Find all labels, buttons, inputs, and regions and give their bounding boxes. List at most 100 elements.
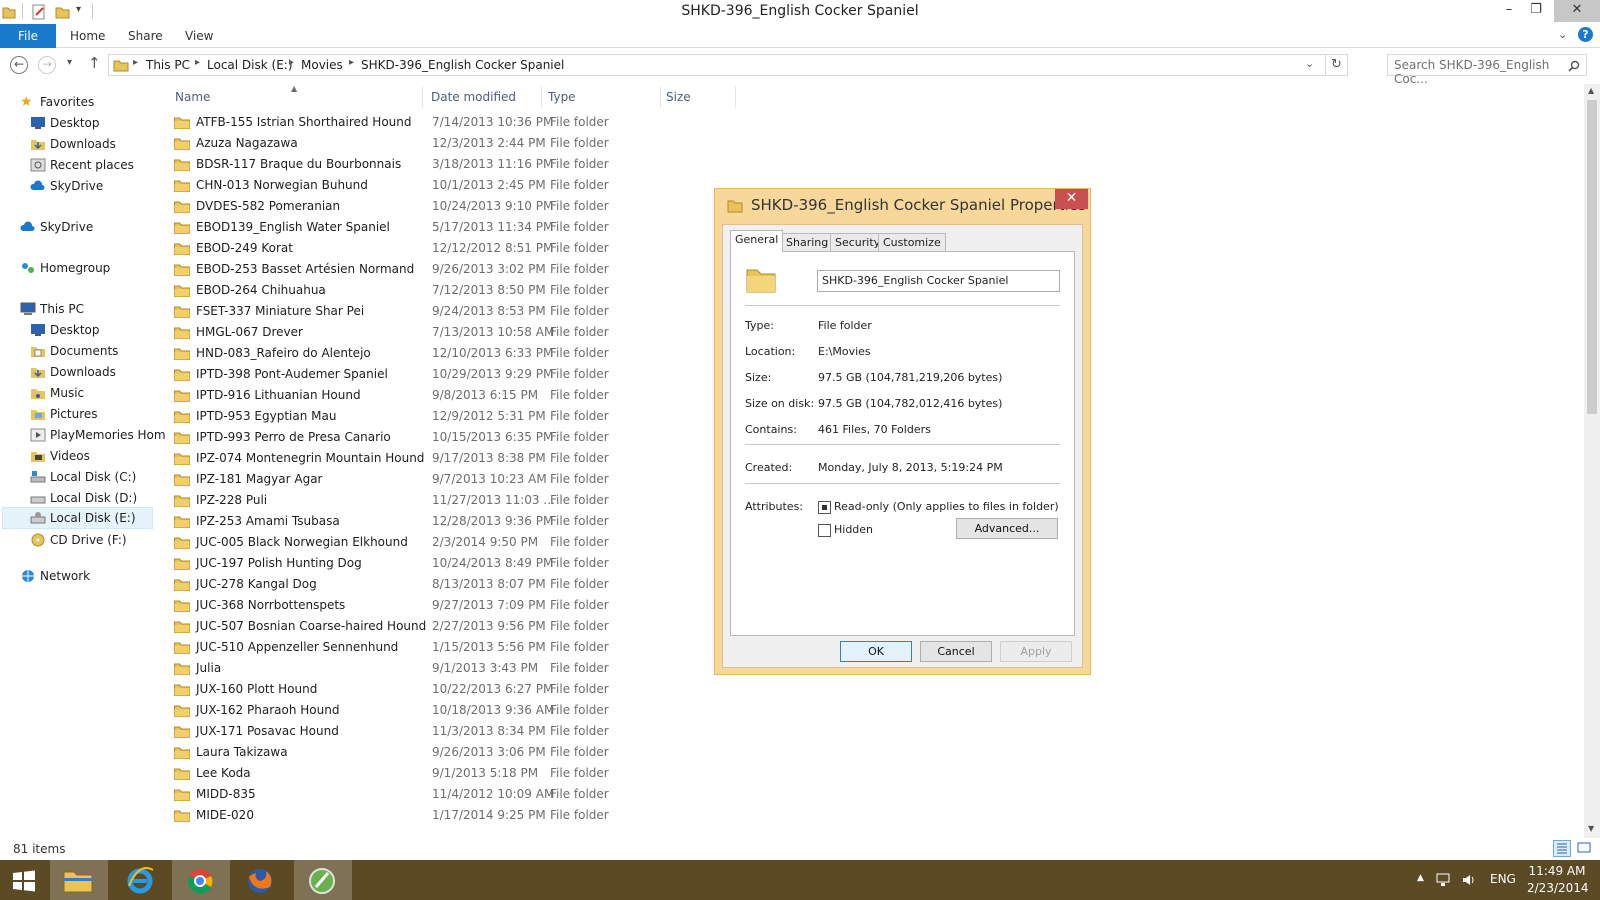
file-row[interactable]: BDSR-117 Braque du Bourbonnais 3/18/2013 … [170, 154, 640, 175]
volume-icon[interactable] [1462, 873, 1476, 887]
file-row[interactable]: EBOD-264 Chihuahua 7/12/2013 8:50 PM File … [170, 280, 640, 301]
column-header-name[interactable]: Name [175, 90, 210, 104]
close-button[interactable]: ✕ [1554, 0, 1600, 22]
taskbar-internet-explorer[interactable] [112, 860, 170, 900]
column-header-date-modified[interactable]: Date modified [431, 90, 516, 104]
tab-home[interactable]: Home [70, 29, 105, 43]
file-row[interactable]: Lee Koda 9/1/2013 5:18 PM File folder [170, 763, 640, 784]
vertical-scrollbar[interactable]: ▲ ▼ [1584, 84, 1600, 838]
up-button[interactable]: ↑ [88, 54, 101, 72]
file-row[interactable]: CHN-013 Norwegian Buhund 10/1/2013 2:45 P… [170, 175, 640, 196]
back-button[interactable]: ← [10, 56, 28, 74]
advanced-button[interactable]: Advanced... [956, 518, 1058, 539]
tab-general[interactable]: General [730, 230, 784, 252]
file-row[interactable]: HND-083_Rafeiro do Alentejo 12/10/2013 6:… [170, 343, 640, 364]
cancel-button[interactable]: Cancel [920, 641, 992, 662]
column-separator[interactable] [541, 86, 542, 108]
input-language[interactable]: ENG [1490, 872, 1516, 886]
taskbar-app[interactable] [294, 860, 352, 900]
file-row[interactable]: HMGL-067 Drever 7/13/2013 10:58 AM File fo… [170, 322, 640, 343]
recent-locations-icon[interactable]: ▾ [67, 57, 72, 68]
file-row[interactable]: EBOD-253 Basset Artésien Normand 9/26/201… [170, 259, 640, 280]
file-row[interactable]: Julia 9/1/2013 3:43 PM File folder [170, 658, 640, 679]
file-row[interactable]: JUC-507 Bosnian Coarse-haired Hound 2/27/… [170, 616, 640, 637]
file-row[interactable]: JUC-197 Polish Hunting Dog 10/24/2013 8:4… [170, 553, 640, 574]
folder-icon [174, 746, 190, 759]
folder-icon [174, 662, 190, 675]
file-row[interactable]: EBOD-249 Korat 12/12/2012 8:51 PM File fol… [170, 238, 640, 259]
readonly-checkbox[interactable] [818, 501, 831, 514]
tab-view[interactable]: View [185, 29, 213, 43]
file-row[interactable]: IPZ-074 Montenegrin Mountain Hound 9/17/2… [170, 448, 640, 469]
network-tray-icon[interactable] [1436, 873, 1452, 887]
file-row[interactable]: IPTD-398 Pont-Audemer Spaniel 10/29/2013 … [170, 364, 640, 385]
hidden-checkbox[interactable] [818, 524, 831, 537]
scroll-down-icon[interactable]: ▼ [1588, 824, 1594, 833]
file-row[interactable]: IPZ-253 Amami Tsubasa 12/28/2013 9:36 PM F… [170, 511, 640, 532]
large-icons-view-icon[interactable] [1576, 840, 1594, 857]
file-row[interactable]: EBOD139_English Water Spaniel 5/17/2013 1… [170, 217, 640, 238]
refresh-icon[interactable]: ↻ [1331, 57, 1342, 72]
scroll-up-icon[interactable]: ▲ [1588, 86, 1594, 95]
dialog-close-button[interactable]: ✕ [1055, 189, 1088, 209]
column-separator[interactable] [660, 86, 661, 108]
file-row[interactable]: Azuza Nagazawa 12/3/2013 2:44 PM File fold… [170, 133, 640, 154]
file-row[interactable]: IPTD-993 Perro de Presa Canario 10/15/201… [170, 427, 640, 448]
file-row[interactable]: JUC-510 Appenzeller Sennenhund 1/15/2013 … [170, 637, 640, 658]
tab-security[interactable]: Security [830, 233, 886, 251]
file-row[interactable]: IPTD-953 Egyptian Mau 12/9/2012 5:31 PM Fi… [170, 406, 640, 427]
file-row[interactable]: JUX-171 Posavac Hound 11/3/2013 8:34 PM Fi… [170, 721, 640, 742]
search-icon[interactable] [1568, 60, 1580, 72]
file-row[interactable]: DVDES-582 Pomeranian 10/24/2013 9:10 PM Fi… [170, 196, 640, 217]
taskbar-file-explorer[interactable] [50, 860, 108, 900]
file-row[interactable]: JUC-278 Kangal Dog 8/13/2013 8:07 PM File … [170, 574, 640, 595]
clock-time[interactable]: 11:49 AM [1527, 864, 1587, 878]
column-separator[interactable] [422, 86, 423, 108]
file-row[interactable]: JUX-160 Plott Hound 10/22/2013 6:27 PM Fil… [170, 679, 640, 700]
tab-share[interactable]: Share [128, 29, 163, 43]
file-name: HMGL-067 Drever [196, 325, 303, 339]
file-row-partial[interactable] [170, 826, 640, 832]
breadcrumb-local-disk-e[interactable]: Local Disk (E:) [207, 58, 293, 72]
taskbar-firefox[interactable] [232, 860, 290, 900]
file-row[interactable]: MIDE-020 1/17/2014 9:25 PM File folder [170, 805, 640, 826]
file-row[interactable]: IPZ-228 Puli 11/27/2013 11:03 ... File fol… [170, 490, 640, 511]
show-hidden-icons-icon[interactable]: ▲ [1417, 873, 1424, 883]
clock-date[interactable]: 2/23/2014 [1527, 881, 1589, 895]
file-row[interactable]: IPTD-916 Lithuanian Hound 9/8/2013 6:15 P… [170, 385, 640, 406]
restore-button[interactable]: ❐ [1516, 0, 1556, 22]
file-name: MIDD-835 [196, 787, 256, 801]
column-header-size[interactable]: Size [666, 90, 691, 104]
breadcrumb-current-folder[interactable]: SHKD-396_English Cocker Spaniel [361, 58, 564, 72]
nav-pc-local-disk-e[interactable]: Local Disk (E:) [2, 507, 153, 529]
details-view-icon[interactable] [1553, 840, 1571, 857]
search-input[interactable]: Search SHKD-396_English Coc... [1387, 54, 1587, 86]
start-button[interactable] [12, 870, 36, 892]
column-header-type[interactable]: Type [548, 90, 576, 104]
file-row[interactable]: FSET-337 Miniature Shar Pei 9/24/2013 8:5… [170, 301, 640, 322]
help-icon[interactable]: ? [1578, 27, 1593, 42]
address-bar[interactable]: ▸ This PC ▸ Local Disk (E:) ▸ Movies ▸ S… [108, 54, 1348, 76]
tab-sharing[interactable]: Sharing [781, 233, 834, 251]
address-dropdown-icon[interactable]: ⌄ [1305, 57, 1314, 70]
forward-button[interactable]: → [38, 56, 56, 74]
folder-name-field[interactable]: SHKD-396_English Cocker Spaniel [817, 270, 1060, 292]
scrollbar-thumb[interactable] [1587, 100, 1597, 414]
file-row[interactable]: Laura Takizawa 9/26/2013 3:06 PM File fold… [170, 742, 640, 763]
tab-file[interactable]: File [0, 24, 56, 48]
apply-button[interactable]: Apply [1000, 641, 1072, 662]
file-row[interactable]: IPZ-181 Magyar Agar 9/7/2013 10:23 AM File… [170, 469, 640, 490]
file-row[interactable]: JUC-005 Black Norwegian Elkhound 2/3/2014… [170, 532, 640, 553]
file-row[interactable]: MIDD-835 11/4/2012 10:09 AM File folder [170, 784, 640, 805]
ok-button[interactable]: OK [840, 641, 912, 662]
file-row[interactable]: ATFB-155 Istrian Shorthaired Hound 7/14/2… [170, 112, 640, 133]
column-separator[interactable] [735, 86, 736, 108]
breadcrumb-movies[interactable]: Movies [301, 58, 343, 72]
file-name: IPZ-074 Montenegrin Mountain Hound [196, 451, 425, 465]
ribbon-expand-icon[interactable]: ⌄ [1558, 28, 1567, 41]
file-row[interactable]: JUC-368 Norrbottenspets 9/27/2013 7:09 PM… [170, 595, 640, 616]
taskbar-chrome[interactable] [172, 860, 230, 900]
breadcrumb-this-pc[interactable]: This PC [146, 58, 190, 72]
tab-customize[interactable]: Customize [878, 233, 946, 251]
file-row[interactable]: JUX-162 Pharaoh Hound 10/18/2013 9:36 AM F… [170, 700, 640, 721]
